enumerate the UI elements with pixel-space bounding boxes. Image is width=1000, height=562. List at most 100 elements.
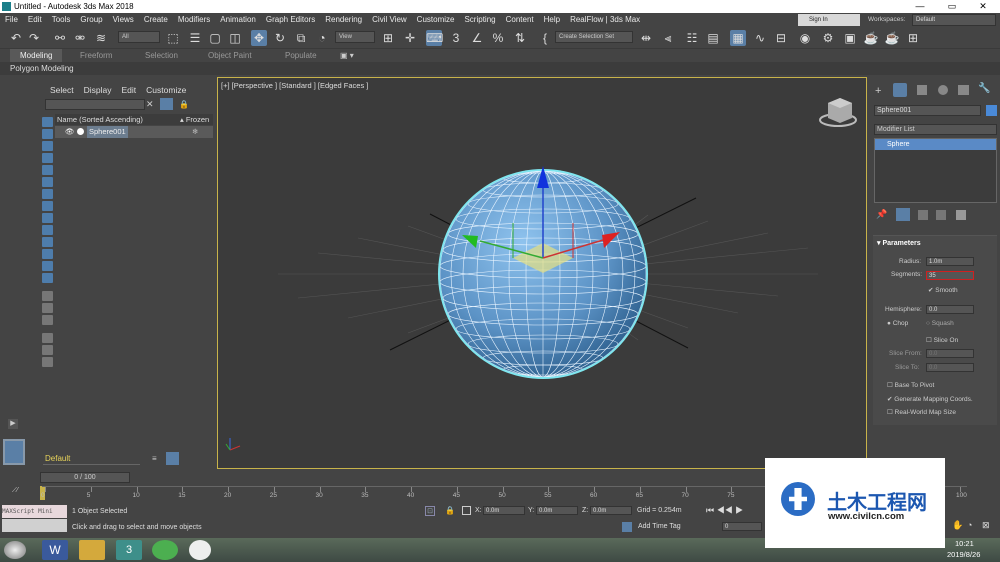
ribbon-options-icon[interactable]: ▣ ▾ (340, 49, 354, 62)
display-none-icon[interactable] (42, 273, 53, 283)
undo-icon[interactable]: ↶ (8, 30, 24, 46)
explorer-menu-select[interactable]: Select (50, 85, 74, 95)
table-row[interactable]: 👁 Sphere001 ❄ (55, 126, 213, 138)
spinner-snap-icon[interactable]: ⇅ (512, 30, 528, 46)
create-selection-set-dropdown[interactable]: Create Selection Set (555, 31, 633, 43)
3dsmax-app-icon[interactable]: 3 (116, 540, 142, 560)
menu-civil-view[interactable]: Civil View (367, 13, 412, 27)
snaps-toggle-icon[interactable]: 3 (448, 30, 464, 46)
display-shapes-icon[interactable] (42, 129, 53, 139)
modifier-list-dropdown[interactable]: Modifier List (874, 124, 997, 135)
display-dependents-icon[interactable] (42, 315, 53, 325)
align-icon[interactable]: ⫷ (660, 30, 676, 46)
wechat-app-icon[interactable] (152, 540, 178, 560)
selection-lock-icon[interactable]: 🔒 (445, 506, 455, 515)
absolute-mode-icon[interactable] (462, 506, 471, 515)
motion-tab-icon[interactable] (938, 85, 948, 95)
slice-from-spinner[interactable]: 0.0 (926, 349, 974, 358)
y-coordinate-field[interactable]: 0.0m (536, 506, 578, 515)
menu-file[interactable]: File (0, 13, 23, 27)
chop-radio[interactable]: ● Chop (887, 320, 908, 327)
edit-named-selection-icon[interactable]: { (537, 30, 553, 46)
reference-coordinate-dropdown[interactable]: View (335, 31, 375, 43)
menu-realflow[interactable]: RealFlow | 3ds Max (565, 13, 645, 27)
word-app-icon[interactable]: W (42, 540, 68, 560)
hemisphere-spinner[interactable]: 0.0 (926, 305, 974, 314)
menu-edit[interactable]: Edit (23, 13, 47, 27)
select-and-rotate-icon[interactable]: ↻ (272, 30, 288, 46)
base-to-pivot-checkbox[interactable]: ☐ Base To Pivot (887, 381, 934, 389)
display-xrefs-icon[interactable] (42, 201, 53, 211)
maximize-viewport-icon[interactable]: ⊠ (982, 520, 990, 531)
select-object-icon[interactable]: ⬚ (165, 30, 181, 46)
menu-customize[interactable]: Customize (412, 13, 460, 27)
sign-in-dropdown[interactable]: Sign In (798, 14, 860, 26)
time-slider[interactable]: 0 / 100 (40, 472, 130, 483)
menu-views[interactable]: Views (108, 13, 139, 27)
scene-explorer-toggle-icon[interactable]: ☷ (684, 30, 700, 46)
display-hidden-icon[interactable] (42, 249, 53, 259)
menu-modifiers[interactable]: Modifiers (173, 13, 215, 27)
select-and-scale-icon[interactable]: ⧉ (293, 30, 309, 46)
select-and-move-icon[interactable]: ✥ (251, 30, 267, 46)
menu-scripting[interactable]: Scripting (459, 13, 500, 27)
radius-spinner[interactable]: 1.0m (926, 257, 974, 266)
generate-mapping-checkbox[interactable]: ✔ Generate Mapping Coords. (887, 395, 973, 403)
explorer-menu-edit[interactable]: Edit (122, 85, 137, 95)
object-name[interactable]: Sphere001 (87, 126, 128, 138)
lock-icon[interactable]: 🔒 (179, 100, 189, 110)
menu-rendering[interactable]: Rendering (320, 13, 367, 27)
minimize-button[interactable]: — (905, 0, 935, 13)
stack-item-sphere[interactable]: Sphere (875, 139, 996, 150)
tab-populate[interactable]: Populate (285, 49, 317, 62)
maxscript-output-field[interactable] (2, 519, 67, 532)
viewcube-icon[interactable] (819, 98, 857, 127)
menu-tools[interactable]: Tools (47, 13, 76, 27)
visibility-eye-icon[interactable]: 👁 (65, 126, 75, 138)
z-coordinate-field[interactable]: 0.0m (590, 506, 632, 515)
curve-editor-mini-icon[interactable]: ⟋⁄ (12, 487, 18, 495)
menu-animation[interactable]: Animation (215, 13, 261, 27)
schematic-view-icon[interactable]: ⊟ (773, 30, 789, 46)
configure-modifier-sets-icon[interactable] (956, 210, 966, 220)
display-lights-icon[interactable] (42, 141, 53, 151)
pin-stack-icon[interactable]: 📌 (876, 209, 887, 220)
remove-modifier-icon[interactable] (936, 210, 946, 220)
tab-object-paint[interactable]: Object Paint (208, 49, 252, 62)
freeze-toggle-icon[interactable]: ❄ (192, 126, 198, 138)
orbit-icon[interactable]: ◔ (967, 520, 972, 530)
select-by-name-icon[interactable]: ☰ (187, 30, 203, 46)
workspaces-dropdown[interactable]: Default (912, 14, 996, 26)
pivot-center-icon[interactable]: ⊞ (380, 30, 396, 46)
render-setup-icon[interactable]: ⚙ (820, 30, 836, 46)
display-containers-icon[interactable] (42, 225, 53, 235)
ribbon-toggle-icon[interactable]: ▦ (730, 30, 746, 46)
clear-search-icon[interactable]: ✕ (146, 99, 156, 110)
bind-space-warp-icon[interactable]: ≋ (93, 30, 109, 46)
sync-selection-icon[interactable] (42, 333, 53, 343)
squash-radio[interactable]: ○ Squash (926, 320, 954, 327)
name-column-header[interactable]: Name (Sorted Ascending) (57, 114, 143, 125)
render-in-cloud-icon[interactable]: ⊞ (905, 30, 921, 46)
display-all-icon[interactable] (42, 261, 53, 271)
go-to-start-icon[interactable]: ⏮ (706, 505, 714, 515)
material-editor-icon[interactable]: ◉ (797, 30, 813, 46)
object-color-swatch[interactable] (986, 105, 997, 116)
keyboard-shortcut-toggle-icon[interactable]: ⌨ (426, 30, 443, 46)
file-explorer-icon[interactable] (79, 540, 105, 560)
expand-arrow-icon[interactable]: ▶ (8, 419, 18, 429)
select-and-place-icon[interactable]: ◔ (314, 30, 330, 46)
play-icon[interactable]: ▶ (735, 505, 743, 515)
rectangular-selection-icon[interactable]: ▢ (207, 30, 223, 46)
isolate-selection-icon[interactable]: ⊡ (425, 506, 435, 516)
display-influences-icon[interactable] (42, 303, 53, 313)
layer-stack-icon[interactable]: ≡ (152, 454, 162, 464)
previous-frame-icon[interactable]: ◀◀ (717, 505, 733, 515)
percent-snap-icon[interactable]: % (490, 30, 506, 46)
select-children-icon[interactable] (42, 357, 53, 367)
real-world-map-checkbox[interactable]: ☐ Real-World Map Size (887, 408, 956, 416)
rollout-title[interactable]: ▾ Parameters (877, 239, 921, 247)
menu-create[interactable]: Create (139, 13, 173, 27)
display-helpers-icon[interactable] (42, 165, 53, 175)
pan-view-icon[interactable]: ✋ (952, 520, 963, 531)
